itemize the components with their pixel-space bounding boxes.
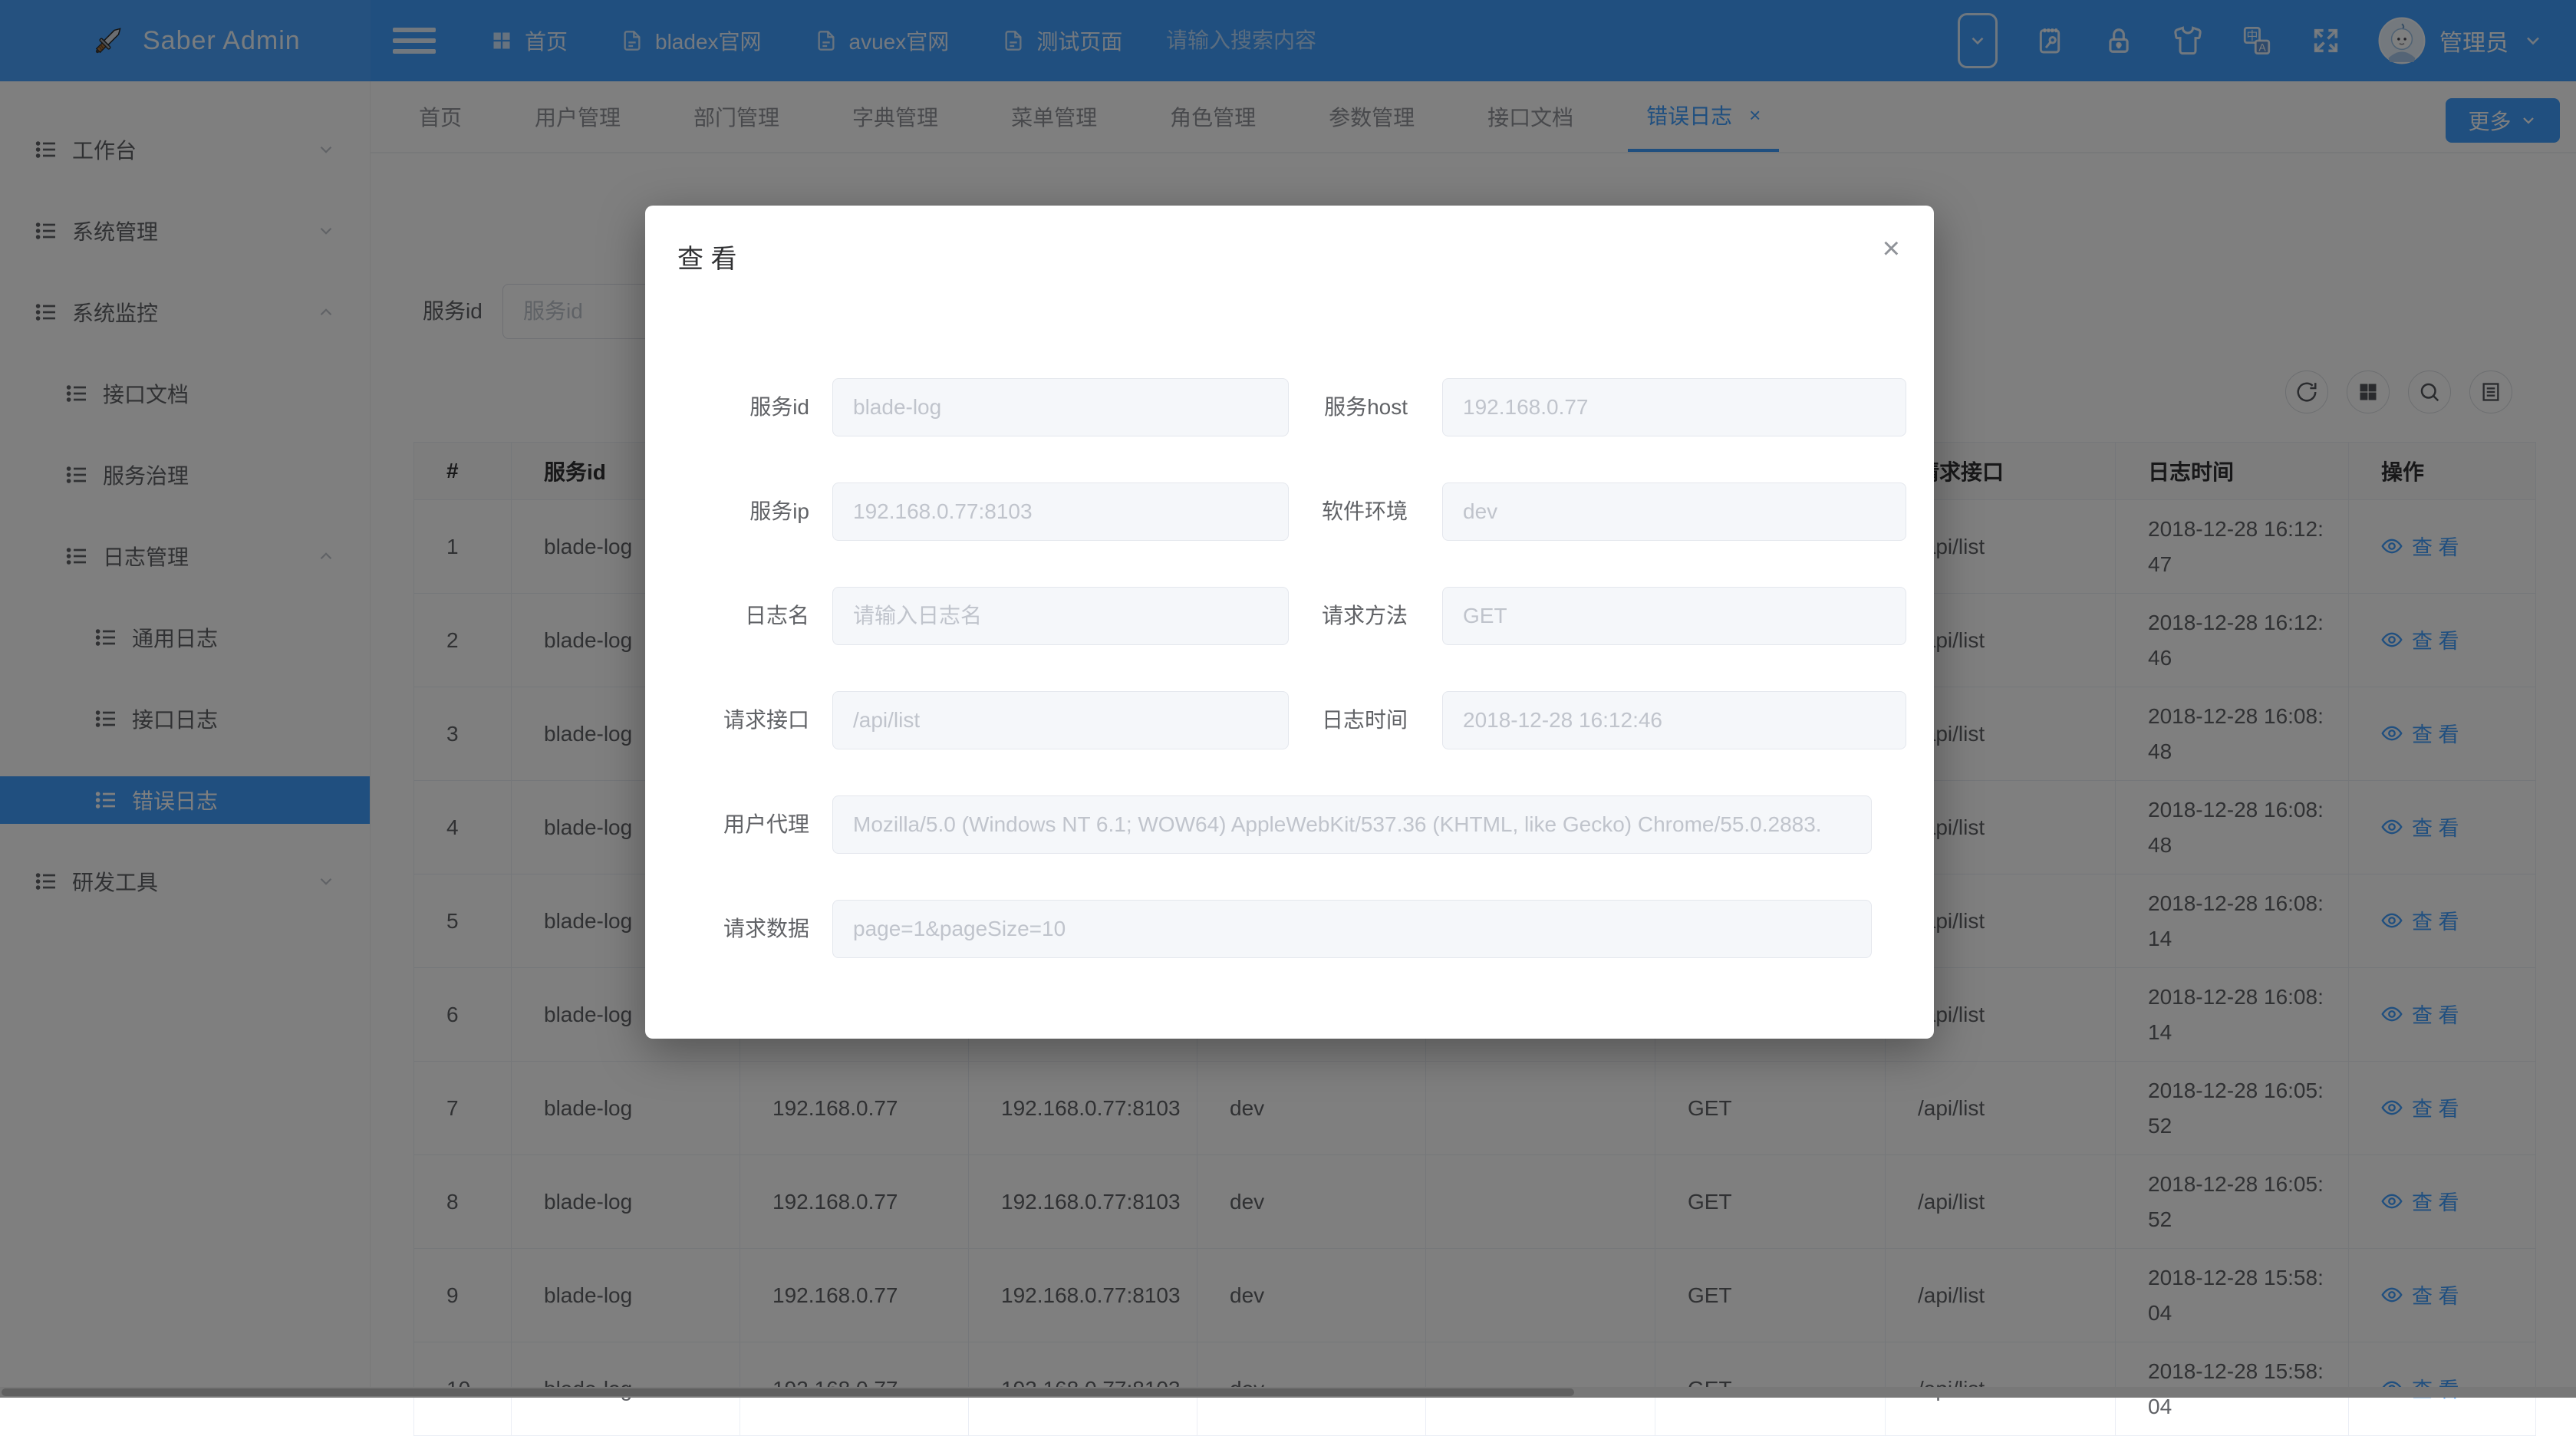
field-label-env: 软件环境 [1289, 483, 1442, 541]
request-data-field[interactable] [832, 900, 1872, 958]
service-ip-field[interactable] [832, 483, 1289, 541]
api-field[interactable] [832, 691, 1289, 749]
field-label-service-ip: 服务ip [645, 483, 809, 541]
user-agent-field[interactable] [832, 795, 1872, 854]
field-label-user-agent: 用户代理 [645, 795, 809, 854]
view-log-dialog: 查 看 × 服务id 服务host 服务ip 软件环境 日志名 请求方法 请求接… [645, 206, 1934, 1039]
dialog-form: 服务id 服务host 服务ip 软件环境 日志名 请求方法 请求接口 日志时间… [645, 378, 1934, 958]
service-host-field[interactable] [1442, 378, 1906, 436]
field-label-log-name: 日志名 [645, 587, 809, 645]
env-field[interactable] [1442, 483, 1906, 541]
log-name-field[interactable] [832, 587, 1289, 645]
close-icon[interactable]: × [1883, 233, 1900, 264]
field-label-service-host: 服务host [1289, 378, 1442, 436]
field-label-request-data: 请求数据 [645, 900, 809, 958]
field-label-time: 日志时间 [1289, 691, 1442, 749]
service-id-field[interactable] [832, 378, 1289, 436]
time-field[interactable] [1442, 691, 1906, 749]
method-field[interactable] [1442, 587, 1906, 645]
field-label-method: 请求方法 [1289, 587, 1442, 645]
dialog-title: 查 看 [677, 238, 736, 275]
field-label-api: 请求接口 [645, 691, 809, 749]
field-label-service-id: 服务id [645, 378, 809, 436]
